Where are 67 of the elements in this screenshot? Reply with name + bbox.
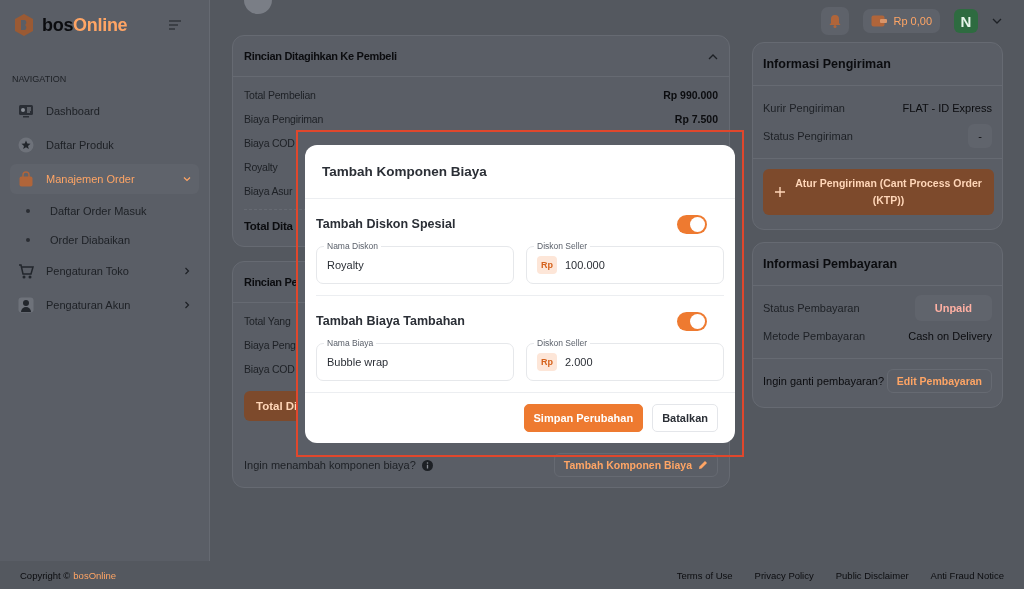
row-label: Biaya COD	[244, 137, 295, 149]
wallet-icon	[871, 15, 888, 27]
currency-prefix: Rp	[537, 352, 557, 371]
nav-subitem[interactable]: Daftar Order Masuk	[10, 196, 199, 225]
user-icon	[18, 297, 34, 313]
chevron-down-icon[interactable]	[992, 17, 1002, 25]
toggle-switch[interactable]	[677, 214, 707, 234]
card-title: Informasi Pembayaran	[763, 257, 898, 271]
add-component-button[interactable]: Tambah Komponen Biaya	[553, 453, 718, 477]
copyright-text: Copyright ©	[20, 569, 71, 581]
prompt-text: Ingin menambah komponen biaya?	[244, 459, 416, 471]
row-label: Biaya Peng	[244, 339, 296, 351]
monitor-icon	[18, 103, 34, 119]
bell-icon	[829, 14, 842, 28]
modal-title: Tambah Komponen Biaya	[305, 144, 735, 199]
nav-item[interactable]: Pengaturan Akun	[10, 290, 199, 320]
save-button[interactable]: Simpan Perubahan	[523, 403, 644, 432]
logo-text: bosOnline	[42, 14, 128, 36]
user-avatar[interactable]: N	[954, 9, 978, 33]
row-label: Status Pengiriman	[763, 130, 853, 142]
row-label: Biaya Pengiriman	[244, 113, 324, 125]
card-title: Informasi Pengiriman	[763, 57, 891, 71]
logo-icon	[14, 14, 34, 36]
row-label: Total Yang	[244, 315, 291, 327]
card-title: Rincian Ditagihkan Ke Pembeli	[244, 50, 397, 62]
chevron-icon[interactable]	[708, 52, 718, 60]
info-icon	[421, 459, 433, 471]
section-title: Tambah Biaya Tambahan	[316, 314, 465, 328]
currency-prefix: Rp	[537, 255, 557, 274]
total-bar[interactable]: Total Di	[244, 391, 296, 421]
status-badge: -	[968, 124, 992, 148]
edit-payment-button[interactable]: Edit Pembayaran	[886, 369, 992, 393]
footer-link[interactable]: Anti Fraud Notice	[930, 569, 1004, 581]
nav-item[interactable]: Dashboard	[10, 96, 199, 126]
section-label: NAVIGATION	[12, 74, 68, 84]
row-value: FLAT - ID Express	[902, 102, 992, 114]
status-badge: Unpaid	[914, 295, 992, 321]
brand-link[interactable]: bosOnline	[73, 569, 117, 581]
row-label: Total Pembelian	[244, 89, 316, 101]
nav-item[interactable]: Manajemen Order	[10, 164, 199, 194]
menu-icon[interactable]	[169, 20, 181, 30]
cancel-button[interactable]: Batalkan	[652, 403, 718, 432]
section-title: Tambah Diskon Spesial	[316, 217, 456, 231]
wallet-balance[interactable]: Rp 0,00	[863, 9, 940, 33]
bag-icon	[18, 171, 34, 187]
row-value: Cash on Delivery	[908, 330, 992, 342]
row-label: Status Pembayaran	[763, 302, 860, 314]
row-label: Royalty	[244, 161, 278, 173]
notification-button[interactable]	[821, 7, 850, 35]
row-label: Kurir Pengiriman	[763, 102, 845, 114]
row-label: Metode Pembayaran	[763, 330, 866, 342]
footer-link[interactable]: Privacy Policy	[754, 569, 814, 581]
row-value: Rp 7.500	[674, 113, 718, 125]
row-value: Rp 990.000	[663, 89, 718, 101]
toggle-switch[interactable]	[677, 311, 707, 331]
footer-link[interactable]: Terms of Use	[676, 569, 733, 581]
nav-subitem[interactable]: Order Diabaikan	[10, 225, 199, 254]
prompt-text: Ingin ganti pembayaran?	[763, 375, 885, 387]
footer-link[interactable]: Public Disclaimer	[835, 569, 909, 581]
row-label: Biaya Asur	[244, 185, 293, 197]
row-label: Biaya COD	[244, 363, 295, 375]
nav-item[interactable]: Daftar Produk	[10, 130, 199, 160]
cart-icon	[18, 263, 34, 279]
nav-item[interactable]: Pengaturan Toko	[10, 256, 199, 286]
plus-icon	[775, 187, 785, 197]
pencil-icon	[698, 460, 708, 470]
arrange-shipping-button[interactable]: Atur Pengiriman (Cant Process Order (KTP))	[763, 169, 994, 215]
